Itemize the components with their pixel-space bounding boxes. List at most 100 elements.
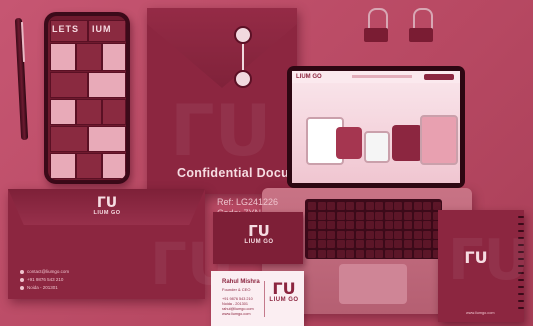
- keyboard-key: [336, 230, 345, 239]
- business-card-name: Rahul Mishra: [222, 279, 260, 285]
- keyboard-key: [423, 221, 432, 230]
- phone-screen: LETS IUM: [48, 16, 126, 180]
- keyboard-key: [384, 230, 393, 239]
- keyboard-key: [365, 250, 374, 258]
- folder-button-bottom: [234, 70, 252, 88]
- electric-rickshaw-small: [364, 131, 390, 163]
- keyboard-key: [404, 240, 412, 249]
- phone-tile: [76, 153, 102, 179]
- keyboard-key: [365, 202, 374, 210]
- keyboard-key: [404, 250, 412, 258]
- phone-tile: [50, 99, 76, 125]
- keyboard-key: [384, 221, 393, 230]
- keyboard-key: [423, 240, 432, 249]
- keyboard-key: [308, 250, 316, 258]
- electric-rickshaw-cargo: [420, 115, 458, 165]
- folder-ref-line: Ref: LG241226: [217, 197, 279, 207]
- phone-tile: [50, 72, 88, 98]
- business-card-details: +91 9876 543 210 Noida - 201301 rahul@li…: [222, 297, 254, 317]
- binder-clip-wire: [368, 8, 388, 30]
- keyboard-key: [413, 250, 422, 258]
- keyboard-key: [327, 250, 336, 258]
- keyboard-key: [336, 221, 345, 230]
- keyboard-key: [336, 211, 345, 220]
- brand-wordmark: LIUM GO: [93, 210, 121, 216]
- keyboard-key: [308, 230, 316, 239]
- keyboard-key: [356, 230, 364, 239]
- folder-button-top: [234, 26, 252, 44]
- keyboard-key: [394, 230, 403, 239]
- brand-mark: ГU: [96, 195, 118, 211]
- phone-screen-text: IUM: [92, 24, 112, 34]
- notebook-spiral-ring: [518, 216, 524, 218]
- business-card-role: Founder & CEO: [222, 287, 251, 292]
- keyboard-key: [365, 211, 374, 220]
- keyboard-key: [308, 211, 316, 220]
- keyboard-key: [404, 211, 412, 220]
- phone-tile: [102, 43, 126, 71]
- keyboard-key: [317, 211, 326, 220]
- keyboard-key: [394, 240, 403, 249]
- envelope-contacts: contact@liumgo.com +91 9876 543 210 Noid…: [20, 268, 69, 292]
- notebook-spiral-ring: [518, 223, 524, 225]
- keyboard-key: [346, 240, 355, 249]
- notebook-spiral-ring: [518, 300, 524, 302]
- keyboard-key: [384, 211, 393, 220]
- keyboard-key: [327, 221, 336, 230]
- business-card-website: www.liumgo.com: [222, 312, 251, 316]
- keyboard-key: [346, 211, 355, 220]
- keyboard-key: [432, 202, 441, 210]
- phone-tile: [76, 99, 102, 125]
- keyboard-key: [327, 240, 336, 249]
- keyboard-key: [327, 230, 336, 239]
- keyboard-key: [308, 240, 316, 249]
- mockup-scene: LETS IUM ГU Confidential Docume LIUM GO …: [0, 0, 533, 326]
- keyboard-key: [375, 221, 384, 230]
- phone-tile: [102, 99, 126, 125]
- electric-rickshaw-maroon: [392, 125, 422, 161]
- keyboard-key: [317, 250, 326, 258]
- business-card-divider: [264, 281, 265, 317]
- keyboard-key: [413, 221, 422, 230]
- keyboard-key: [404, 221, 412, 230]
- envelope-contact-email: contact@liumgo.com: [27, 269, 70, 274]
- phone-tile: [88, 126, 126, 152]
- keyboard-key: [384, 202, 393, 210]
- notebook-spiral-ring: [518, 307, 524, 309]
- laptop-trackpad: [339, 264, 407, 304]
- website-logo: LIUM GO: [296, 74, 322, 80]
- keyboard-key: [346, 202, 355, 210]
- folder-watermark-logo: ГU: [170, 90, 272, 172]
- binder-clip-wire: [413, 8, 433, 30]
- keyboard-key: [394, 221, 403, 230]
- keyboard-key: [365, 230, 374, 239]
- keyboard-key: [375, 230, 384, 239]
- phone-icon: [20, 277, 24, 282]
- keyboard-key: [413, 240, 422, 249]
- email-icon: [20, 269, 24, 274]
- keyboard-key: [365, 240, 374, 249]
- keyboard-key: [394, 202, 403, 210]
- phone: LETS IUM: [44, 12, 130, 184]
- keyboard-key: [356, 221, 364, 230]
- location-icon: [20, 285, 24, 290]
- envelope-contact-address: Noida - 201301: [27, 285, 58, 290]
- keyboard-key: [336, 240, 345, 249]
- keyboard-key: [404, 230, 412, 239]
- website-nav-links: [352, 75, 412, 78]
- keyboard-key: [375, 240, 384, 249]
- keyboard-key: [356, 211, 364, 220]
- keyboard-key: [413, 202, 422, 210]
- keyboard-key: [423, 211, 432, 220]
- laptop-keyboard: [305, 199, 442, 259]
- keyboard-key: [317, 240, 326, 249]
- keyboard-key: [346, 230, 355, 239]
- keyboard-key: [317, 230, 326, 239]
- business-card-logo: ГU LIUM GO: [268, 281, 300, 304]
- keyboard-key: [336, 202, 345, 210]
- binder-clip: [409, 28, 433, 42]
- keyboard-key: [356, 250, 364, 258]
- envelope-contact-phone: +91 9876 543 210: [27, 277, 64, 282]
- electric-rickshaw-red: [336, 127, 362, 159]
- phone-tile: [102, 153, 126, 179]
